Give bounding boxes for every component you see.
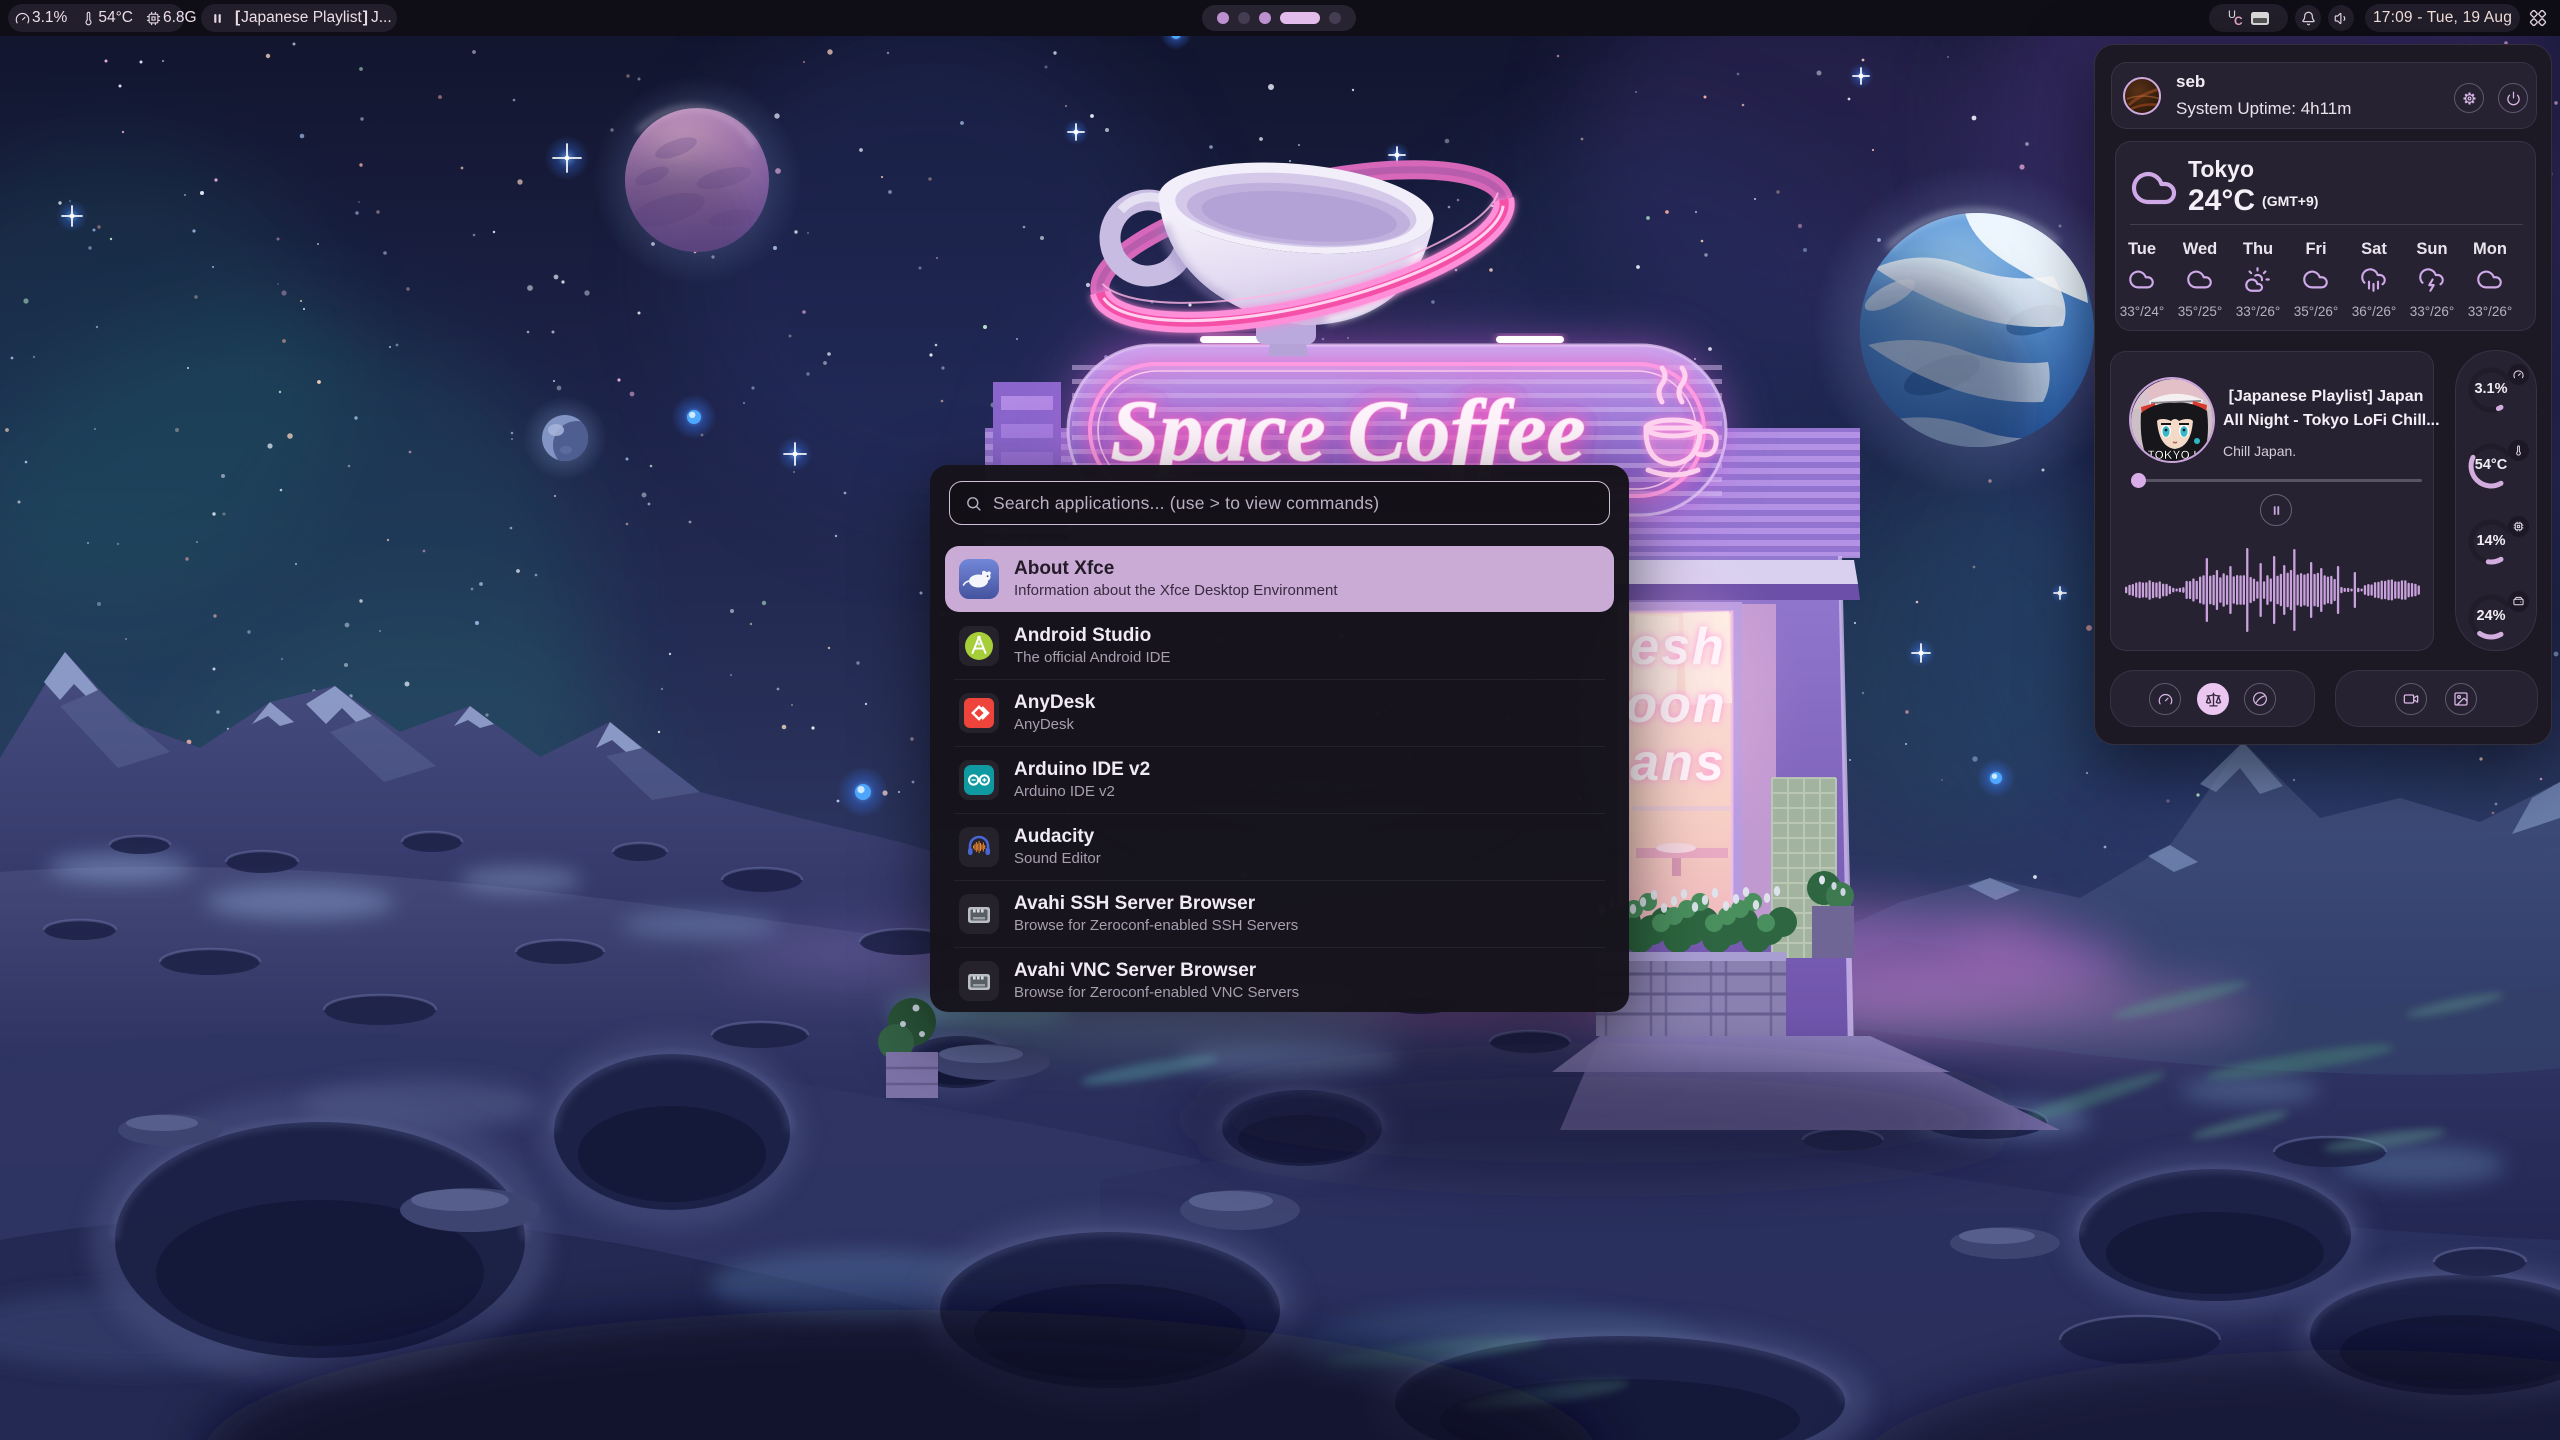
- svg-text:TOKYO L: TOKYO L: [2147, 448, 2200, 462]
